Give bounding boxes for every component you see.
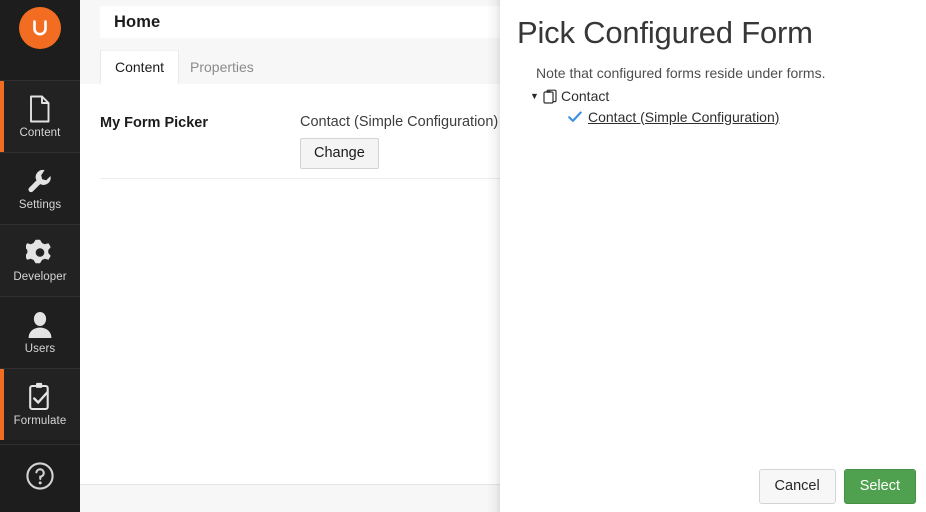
sidebar-item-content[interactable]: Content <box>0 80 80 152</box>
forms-folder-icon <box>543 89 561 104</box>
document-icon <box>28 93 52 123</box>
logo-area <box>0 0 80 80</box>
sidebar-item-users[interactable]: Users <box>0 296 80 368</box>
pick-configured-form-dialog: Pick Configured Form Note that configure… <box>500 0 926 512</box>
question-circle-icon <box>25 461 55 496</box>
tab-label: Properties <box>190 59 254 75</box>
form-tree: ▼ Contact Contact (Simple Configuration) <box>530 86 916 127</box>
check-icon <box>568 110 584 123</box>
tree-item-contact-folder[interactable]: ▼ Contact <box>530 86 916 106</box>
app-navigation-rail: Content Settings Developer Users Formula… <box>0 0 80 512</box>
umbraco-logo-icon[interactable] <box>19 7 61 49</box>
dialog-actions: Cancel Select <box>758 469 916 504</box>
selected-form-value: Contact (Simple Configuration) <box>300 114 499 130</box>
sidebar-item-label: Content <box>19 127 61 139</box>
property-label: My Form Picker <box>100 115 208 131</box>
tree-item-label: Contact (Simple Configuration) <box>588 108 780 125</box>
tree-item-contact-simple-configuration[interactable]: Contact (Simple Configuration) <box>568 106 916 127</box>
tab-label: Content <box>115 59 165 75</box>
cancel-button[interactable]: Cancel <box>758 469 836 504</box>
select-button[interactable]: Select <box>843 469 916 504</box>
tree-item-label: Contact <box>561 88 610 104</box>
node-name-value[interactable]: Home <box>114 13 160 32</box>
tab-properties[interactable]: Properties <box>176 50 268 84</box>
gear-icon <box>26 237 54 267</box>
sidebar-item-developer[interactable]: Developer <box>0 224 80 296</box>
dialog-note: Note that configured forms reside under … <box>536 65 826 81</box>
sidebar-item-settings[interactable]: Settings <box>0 152 80 224</box>
dialog-title: Pick Configured Form <box>517 15 813 50</box>
property-value-column: Contact (Simple Configuration) Change <box>300 104 498 169</box>
sidebar-item-label: Users <box>24 343 56 355</box>
help-button[interactable] <box>0 444 80 512</box>
wrench-icon <box>26 165 54 195</box>
sidebar-item-formulate[interactable]: Formulate <box>0 368 80 440</box>
clipboard-check-icon <box>27 381 53 411</box>
user-icon <box>27 309 53 339</box>
sidebar-item-label: Formulate <box>13 415 67 427</box>
change-button[interactable]: Change <box>300 138 379 169</box>
sidebar-item-label: Developer <box>13 271 67 283</box>
chevron-down-icon[interactable]: ▼ <box>530 86 543 106</box>
umbraco-backoffice: Content Settings Developer Users Formula… <box>0 0 926 512</box>
sidebar-item-label: Settings <box>18 199 62 211</box>
overlay-shadow <box>486 0 500 512</box>
section-list: Content Settings Developer Users Formula… <box>0 80 80 440</box>
tab-content[interactable]: Content <box>100 50 180 84</box>
